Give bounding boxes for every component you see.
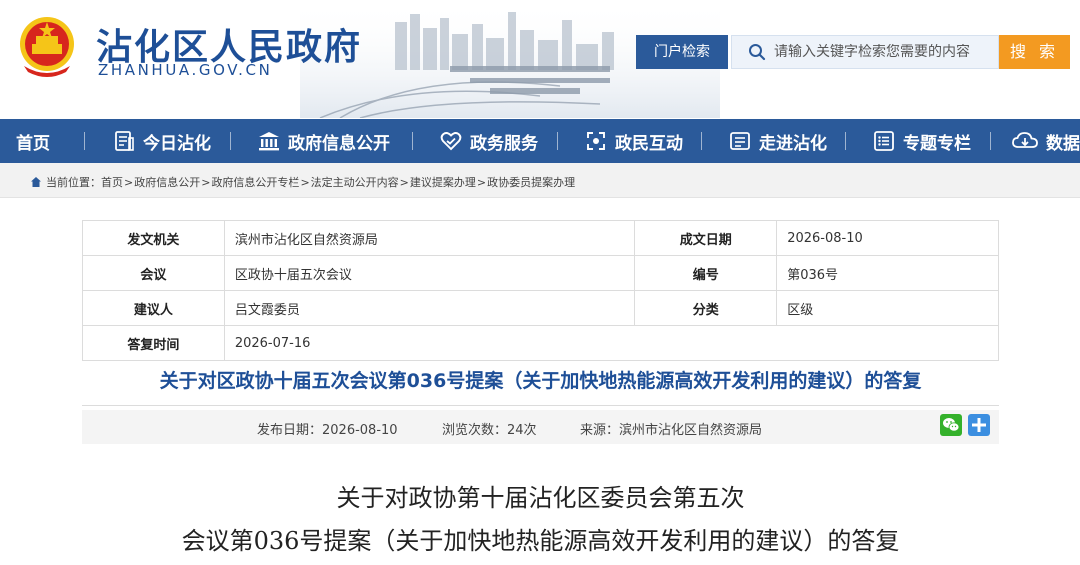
nav-item-interaction[interactable]: 政民互动 [585,119,683,163]
wechat-share-icon[interactable] [940,414,962,436]
breadcrumb-link[interactable]: 建议提案办理 [410,174,476,190]
search-button[interactable]: 搜 索 [999,35,1070,69]
main-nav: 首页 今日沾化 政府信息公开 政务服务 政民互动 走进沾化 专题专栏 数据 [0,119,1080,163]
nav-label: 今日沾化 [143,133,211,154]
nav-divider [557,132,558,150]
body-title-line-2: 会议第036号提案（关于加快地热能源高效开发利用的建议）的答复 [181,527,900,555]
nav-item-special-topics[interactable]: 专题专栏 [873,119,971,163]
serial-number-value: 第036号 [776,255,999,291]
nav-divider [84,132,85,150]
service-heart-icon [440,132,462,151]
portal-search-button[interactable]: 门户检索 [636,35,728,69]
interaction-icon [587,132,605,150]
nav-item-home[interactable]: 首页 [16,119,50,163]
nav-label: 政民互动 [615,133,683,154]
share-plus-icon[interactable] [968,414,990,436]
category-value: 区级 [776,290,999,326]
proposer-label: 建议人 [82,290,225,326]
breadcrumb-link[interactable]: 法定主动公开内容 [311,174,399,190]
article-source: 来源：滨州市沾化区自然资源局 [580,423,763,438]
nav-label: 数据 [1046,133,1080,154]
nav-item-data[interactable]: 数据 [1012,119,1080,163]
breadcrumb-link[interactable]: 政协委员提案办理 [487,174,575,190]
table-row: 答复时间 2026-07-16 [82,325,1000,361]
category-label: 分类 [634,290,778,326]
article-headline: 关于对区政协十届五次会议第036号提案（关于加快地热能源高效开发利用的建议）的答… [159,370,922,392]
nav-label: 政务服务 [470,133,538,154]
view-count: 浏览次数：24次 [442,423,537,438]
news-icon [115,131,134,151]
search-box [731,35,999,69]
search-input[interactable] [774,44,989,60]
national-emblem-icon [20,17,74,77]
body-title-line-1: 关于对政协第十届沾化区委员会第五次 [336,484,745,512]
city-icon [730,132,750,150]
publish-date: 发布日期：2026-08-10 [257,423,398,438]
nav-divider [412,132,413,150]
cloud-download-icon [1012,132,1038,148]
breadcrumb-link[interactable]: 政府信息公开 [134,174,200,190]
nav-item-about-zhanhua[interactable]: 走进沾化 [729,119,827,163]
nav-item-gov-info[interactable]: 政府信息公开 [258,119,390,163]
search-icon [749,44,766,61]
headline-divider [82,405,999,406]
site-domain: ZHANHUA.GOV.CN [98,61,273,79]
nav-label: 政府信息公开 [288,133,390,154]
nav-divider [230,132,231,150]
meeting-value: 区政协十届五次会议 [223,255,636,291]
breadcrumb-prefix: 当前位置： [46,176,101,189]
proposer-value: 吕文霞委员 [223,290,636,326]
nav-divider [845,132,846,150]
article-meta-bar: 发布日期：2026-08-10 浏览次数：24次 来源：滨州市沾化区自然资源局 [82,410,999,444]
issuing-authority-label: 发文机关 [82,220,225,256]
government-building-icon [259,132,279,151]
nav-divider [701,132,702,150]
site-header: 沾化区人民政府 ZHANHUA.GOV.CN 门户检索 搜 索 [0,0,1080,118]
document-info-table: 发文机关 滨州市沾化区自然资源局 成文日期 2026-08-10 会议 区政协十… [82,220,1000,361]
table-row: 建议人 吕文霞委员 分类 区级 [82,290,999,326]
meeting-label: 会议 [82,255,225,291]
reply-time-value: 2026-07-16 [223,325,1000,361]
nav-label: 走进沾化 [759,133,827,154]
breadcrumb-link[interactable]: 政府信息公开专栏 [211,174,299,190]
reply-time-label: 答复时间 [82,325,225,361]
nav-label: 首页 [16,133,50,154]
breadcrumb-bar: 当前位置： 首页 > 政府信息公开 > 政府信息公开专栏 > 法定主动公开内容 > 建议… [0,163,1080,198]
nav-label: 专题专栏 [903,133,971,154]
document-date-label: 成文日期 [634,220,778,256]
nav-item-gov-services[interactable]: 政务服务 [440,119,538,163]
issuing-authority-value: 滨州市沾化区自然资源局 [223,220,636,256]
breadcrumb-link[interactable]: 首页 [101,174,123,190]
nav-item-today-zhanhua[interactable]: 今日沾化 [113,119,211,163]
table-row: 发文机关 滨州市沾化区自然资源局 成文日期 2026-08-10 [82,220,999,256]
serial-number-label: 编号 [634,255,778,291]
document-date-value: 2026-08-10 [776,220,999,256]
breadcrumb: 当前位置： 首页 > 政府信息公开 > 政府信息公开专栏 > 法定主动公开内容 > 建议… [30,174,575,190]
list-icon [874,131,894,151]
home-icon [31,177,41,187]
nav-divider [990,132,991,150]
table-row: 会议 区政协十届五次会议 编号 第036号 [82,255,999,291]
